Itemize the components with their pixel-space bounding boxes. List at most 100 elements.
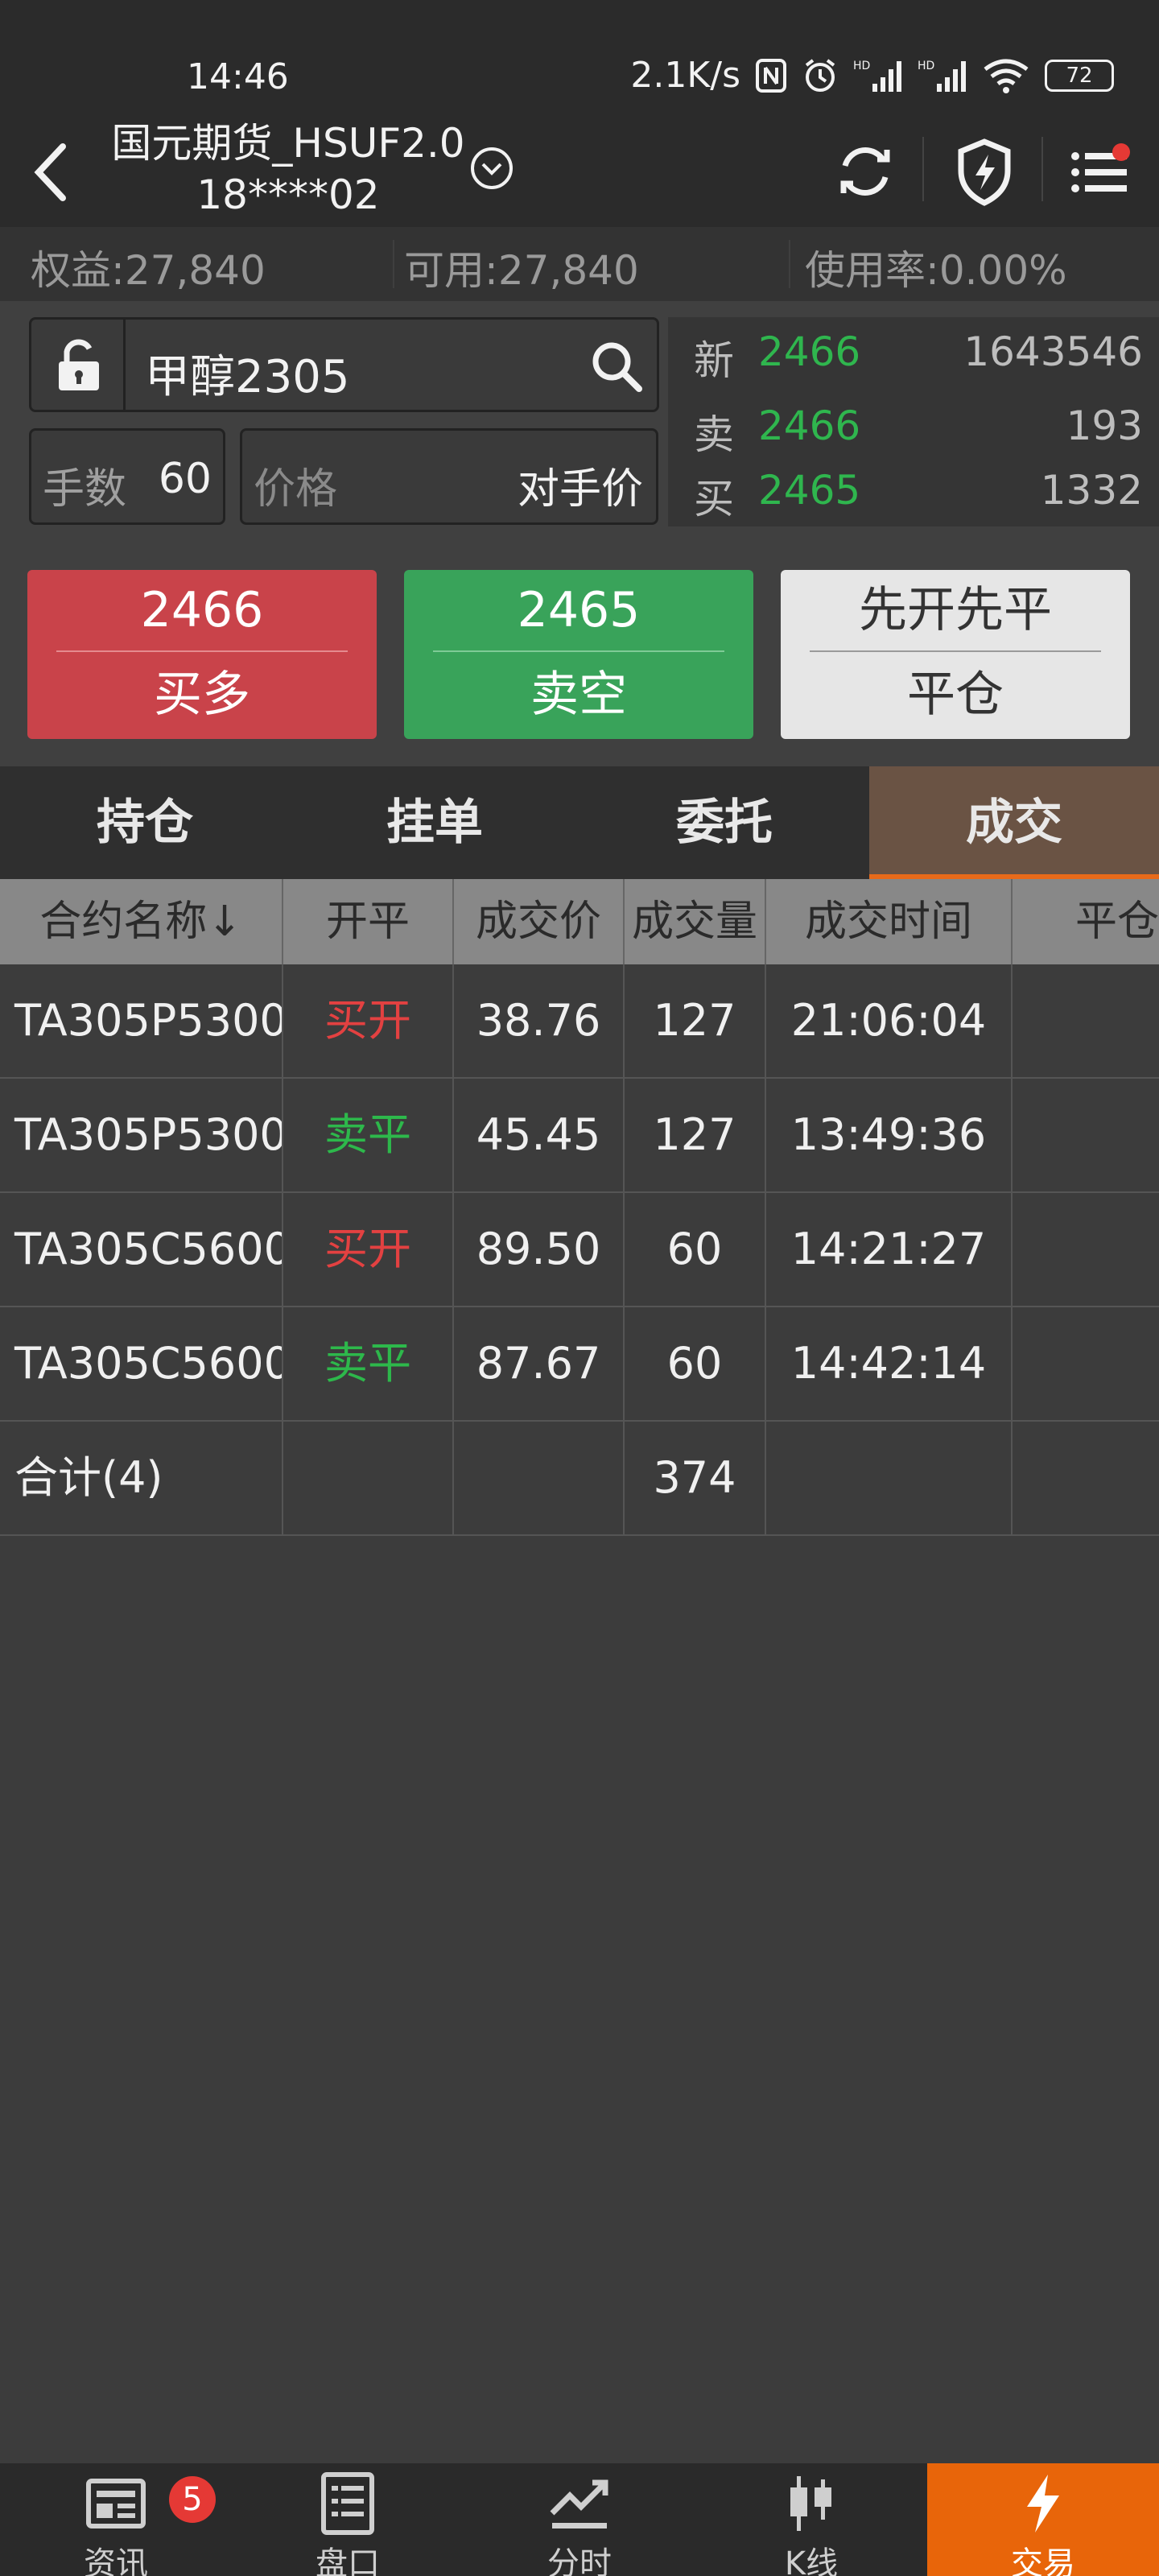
signal-hd-icon: HD bbox=[918, 60, 966, 92]
back-icon[interactable] bbox=[27, 140, 76, 204]
equity: 权益:27,840 bbox=[31, 247, 266, 294]
nav-timeshare[interactable]: 分时 bbox=[464, 2463, 695, 2576]
cell-time: 21:06:04 bbox=[766, 964, 1013, 1077]
button-divider bbox=[56, 650, 348, 652]
cell-close bbox=[1013, 1193, 1159, 1306]
button-divider bbox=[433, 650, 724, 652]
tab-trades[interactable]: 成交 bbox=[869, 766, 1159, 879]
quote-price: 2466 bbox=[758, 402, 861, 449]
symbol-name: 甲醇2305 bbox=[145, 351, 350, 403]
trade-tabs: 持仓 挂单 委托 成交 bbox=[0, 766, 1159, 879]
table-total-row: 合计(4) 374 bbox=[0, 1422, 1159, 1536]
quantity-value: 60 bbox=[158, 455, 212, 503]
cell-price: 89.50 bbox=[454, 1193, 625, 1306]
tab-pending-orders[interactable]: 挂单 bbox=[290, 766, 580, 879]
quote-label: 新 bbox=[694, 337, 734, 384]
candlestick-icon bbox=[790, 2476, 831, 2531]
quantity-field[interactable]: 手数 60 bbox=[29, 428, 225, 525]
account-selector[interactable]: 国元期货_HSUF2.0 18****02 bbox=[103, 118, 473, 221]
tab-orders[interactable]: 委托 bbox=[580, 766, 869, 879]
quote-row-bid: 买 2465 1332 bbox=[668, 467, 1159, 531]
quote-volume: 1643546 bbox=[963, 328, 1143, 375]
quote-label: 卖 bbox=[694, 411, 734, 458]
nav-label: 资讯 bbox=[84, 2545, 148, 2576]
battery-icon: 72 bbox=[1045, 59, 1114, 92]
price-field[interactable]: 价格 对手价 bbox=[240, 428, 658, 525]
cell-volume: 60 bbox=[625, 1307, 766, 1420]
quote-volume: 193 bbox=[1066, 402, 1143, 449]
button-divider bbox=[810, 650, 1101, 652]
search-icon[interactable] bbox=[588, 337, 645, 395]
cell-empty bbox=[1013, 1422, 1159, 1534]
status-icons: 2.1K/s HD HD 72 bbox=[630, 55, 1114, 96]
tab-positions[interactable]: 持仓 bbox=[0, 766, 290, 879]
nav-news[interactable]: 5 资讯 bbox=[0, 2463, 232, 2576]
account-name: 国元期货_HSUF2.0 bbox=[111, 120, 465, 167]
cell-total-label: 合计(4) bbox=[0, 1422, 283, 1534]
cell-open-close: 卖平 bbox=[283, 1307, 454, 1420]
sell-short-button[interactable]: 2465 卖空 bbox=[404, 570, 753, 739]
buy-label: 买多 bbox=[154, 667, 250, 723]
column-contract-name[interactable]: 合约名称↓ bbox=[0, 879, 283, 964]
order-panel: 甲醇2305 手数 60 价格 对手价 新 2466 1643546 卖 246… bbox=[0, 301, 1159, 766]
status-bar: 14:46 2.1K/s HD HD 72 bbox=[0, 0, 1159, 113]
close-position-button[interactable]: 先开先平 平仓 bbox=[781, 570, 1130, 739]
table-row[interactable]: TA305C5600 买开 89.50 60 14:21:27 bbox=[0, 1193, 1159, 1307]
shield-lightning-icon[interactable] bbox=[948, 135, 1021, 208]
table-row[interactable]: TA305C5600 卖平 87.67 60 14:42:14 bbox=[0, 1307, 1159, 1422]
quote-row-last: 新 2466 1643546 bbox=[668, 328, 1159, 393]
column-trade-time[interactable]: 成交时间 bbox=[766, 879, 1013, 964]
cell-volume: 60 bbox=[625, 1193, 766, 1306]
cell-close bbox=[1013, 964, 1159, 1077]
nav-trade[interactable]: 交易 bbox=[927, 2463, 1159, 2576]
column-trade-volume[interactable]: 成交量 bbox=[625, 879, 766, 964]
nav-label: 分时 bbox=[547, 2545, 612, 2576]
bottom-nav: 5 资讯 盘口 分时 K线 交易 bbox=[0, 2463, 1159, 2576]
cell-time: 14:42:14 bbox=[766, 1307, 1013, 1420]
alarm-icon bbox=[805, 58, 835, 92]
chevron-down-icon[interactable] bbox=[468, 145, 515, 192]
cell-time: 14:21:27 bbox=[766, 1193, 1013, 1306]
summary-divider bbox=[393, 240, 394, 288]
column-open-close[interactable]: 开平 bbox=[283, 879, 454, 964]
timeshare-chart-icon bbox=[550, 2479, 608, 2529]
quote-volume: 1332 bbox=[1040, 467, 1143, 514]
nav-label: 交易 bbox=[1011, 2545, 1075, 2576]
summary-divider bbox=[789, 240, 790, 288]
buy-long-button[interactable]: 2466 买多 bbox=[27, 570, 377, 739]
available-funds: 可用:27,840 bbox=[404, 247, 639, 294]
quote-price: 2465 bbox=[758, 467, 861, 514]
cell-price: 45.45 bbox=[454, 1079, 625, 1191]
sell-price: 2465 bbox=[517, 582, 641, 638]
signal-hd-icon: HD bbox=[853, 60, 901, 92]
unlock-icon bbox=[59, 339, 99, 390]
news-icon bbox=[86, 2479, 146, 2529]
table-row[interactable]: TA305P5300 买开 38.76 127 21:06:04 bbox=[0, 964, 1159, 1079]
quote-price: 2466 bbox=[758, 328, 861, 375]
symbol-input[interactable]: 甲醇2305 bbox=[123, 317, 659, 412]
quote-panel: 新 2466 1643546 卖 2466 193 买 2465 1332 bbox=[668, 317, 1159, 526]
news-badge: 5 bbox=[169, 2476, 216, 2523]
cell-volume: 127 bbox=[625, 1079, 766, 1191]
nav-orderbook[interactable]: 盘口 bbox=[232, 2463, 464, 2576]
nav-kline[interactable]: K线 bbox=[695, 2463, 927, 2576]
account-summary: 权益:27,840 可用:27,840 使用率:0.00% bbox=[0, 227, 1159, 301]
orderbook-icon bbox=[321, 2472, 374, 2535]
cell-contract: TA305P5300 bbox=[0, 964, 283, 1077]
lock-toggle[interactable] bbox=[29, 317, 126, 412]
cell-close bbox=[1013, 1307, 1159, 1420]
refresh-icon[interactable] bbox=[829, 135, 901, 208]
cell-contract: TA305C5600 bbox=[0, 1307, 283, 1420]
close-mode: 先开先平 bbox=[859, 582, 1052, 638]
quote-row-ask: 卖 2466 193 bbox=[668, 402, 1159, 467]
table-row[interactable]: TA305P5300 卖平 45.45 127 13:49:36 bbox=[0, 1079, 1159, 1193]
cell-empty bbox=[766, 1422, 1013, 1534]
svg-text:HD: HD bbox=[853, 60, 870, 72]
notification-dot bbox=[1112, 143, 1130, 161]
cell-time: 13:49:36 bbox=[766, 1079, 1013, 1191]
header-divider bbox=[1041, 137, 1043, 201]
cell-open-close: 买开 bbox=[283, 1193, 454, 1306]
column-close[interactable]: 平仓 bbox=[1013, 879, 1159, 964]
usage-rate: 使用率:0.00% bbox=[805, 247, 1067, 294]
column-trade-price[interactable]: 成交价 bbox=[454, 879, 625, 964]
